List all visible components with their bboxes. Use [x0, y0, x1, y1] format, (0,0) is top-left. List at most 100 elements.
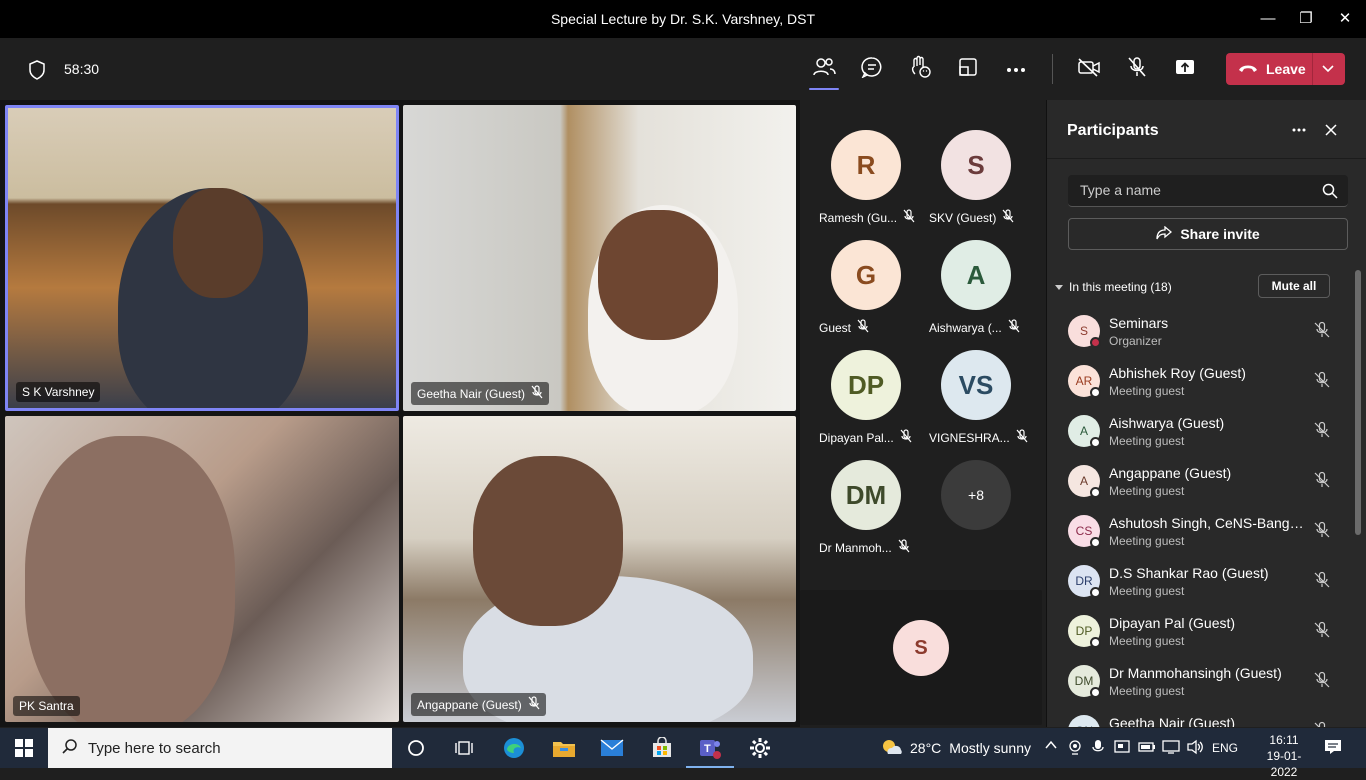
more-actions-button[interactable] [1003, 56, 1029, 82]
mic-button[interactable] [1124, 56, 1150, 82]
microphone-icon[interactable] [1092, 739, 1104, 758]
participant-row[interactable]: DR D.S Shankar Rao (Guest) Meeting guest [1047, 555, 1352, 605]
gallery-avatar-name: VIGNESHRA... [929, 429, 1028, 446]
mic-off-icon [531, 385, 543, 402]
in-meeting-section-toggle[interactable]: In this meeting (18) [1055, 280, 1172, 294]
mic-off-icon [900, 429, 912, 446]
meet-now-icon[interactable] [1114, 739, 1130, 758]
search-input[interactable] [1080, 182, 1310, 198]
reactions-button[interactable] [907, 55, 933, 82]
search-icon[interactable] [1322, 183, 1338, 204]
edge-browser-icon[interactable] [502, 736, 526, 760]
gallery-avatar[interactable]: VS [941, 350, 1011, 420]
more-options-icon[interactable] [1291, 122, 1307, 143]
presence-status-dot [1090, 487, 1101, 498]
video-tile[interactable]: Geetha Nair (Guest) [403, 105, 796, 411]
close-icon[interactable] [1323, 122, 1339, 143]
rooms-button[interactable] [955, 56, 981, 82]
participant-search[interactable] [1068, 175, 1348, 207]
shield-icon[interactable] [28, 60, 46, 85]
notifications-icon[interactable] [1324, 739, 1342, 758]
battery-icon[interactable] [1138, 740, 1156, 757]
participant-row[interactable]: AR Abhishek Roy (Guest) Meeting guest [1047, 355, 1352, 405]
gallery-avatar[interactable]: S [941, 130, 1011, 200]
mic-off-icon[interactable] [1313, 471, 1331, 494]
avatar-initials: CS [1075, 524, 1093, 538]
maximize-button[interactable]: ❐ [1295, 9, 1317, 29]
share-content-button[interactable] [1172, 56, 1198, 82]
gallery-avatar[interactable]: DM [831, 460, 901, 530]
mic-off-icon[interactable] [1313, 621, 1331, 644]
more-icon [1006, 60, 1026, 78]
gallery-avatar[interactable]: R [831, 130, 901, 200]
self-preview[interactable]: S [800, 590, 1042, 725]
scrollbar[interactable] [1355, 270, 1361, 535]
video-tile[interactable]: Angappane (Guest) [403, 416, 796, 722]
mic-off-icon[interactable] [1313, 671, 1331, 694]
input-language[interactable]: ENG [1212, 741, 1238, 755]
system-clock[interactable]: 16:11 19-01-2022 [1256, 732, 1312, 780]
mic-off-icon[interactable] [1313, 321, 1331, 344]
participants-button[interactable] [809, 56, 839, 90]
video-tile[interactable]: PK Santra [5, 416, 399, 722]
mic-off-icon[interactable] [1313, 571, 1331, 594]
presence-status-dot [1090, 537, 1101, 548]
mic-off-icon[interactable] [1313, 721, 1331, 727]
gallery-avatar[interactable]: +8 [941, 460, 1011, 530]
task-view-icon[interactable] [452, 736, 476, 760]
presence-status-dot [1090, 587, 1101, 598]
teams-icon[interactable]: T [686, 736, 734, 768]
minimize-button[interactable]: — [1257, 9, 1279, 29]
video-tile-name: S K Varshney [16, 382, 101, 402]
store-icon[interactable] [650, 736, 674, 760]
mute-all-button[interactable]: Mute all [1258, 274, 1330, 298]
chevron-down-icon[interactable] [1321, 61, 1335, 82]
video-tile-name: Geetha Nair (Guest) [411, 382, 550, 405]
volume-icon[interactable] [1186, 739, 1204, 758]
avatar-initials: DR [1075, 574, 1093, 588]
settings-gear-icon[interactable] [748, 736, 772, 760]
participant-name: D.S Shankar Rao (Guest) [1109, 565, 1269, 581]
gallery-avatar[interactable]: G [831, 240, 901, 310]
mic-off-icon[interactable] [1313, 421, 1331, 444]
clock-time: 16:11 [1269, 733, 1299, 747]
windows-start-icon[interactable] [12, 736, 36, 760]
participant-row[interactable]: DM Dr Manmohansingh (Guest) Meeting guest [1047, 655, 1352, 705]
video-feed-face [473, 456, 623, 626]
participant-role: Organizer [1109, 334, 1162, 348]
participant-name: Ashutosh Singh, CeNS-Bangal... [1109, 515, 1305, 531]
leave-button[interactable]: Leave [1226, 53, 1345, 85]
leave-divider [1312, 53, 1313, 85]
chevron-up-icon[interactable] [1044, 738, 1058, 755]
participant-row[interactable]: A Aishwarya (Guest) Meeting guest [1047, 405, 1352, 455]
avatar-gallery: R Ramesh (Gu... S SKV (Guest) G Guest A Aishwar… [800, 100, 1046, 727]
gallery-avatar[interactable]: A [941, 240, 1011, 310]
taskbar-search[interactable] [48, 728, 392, 768]
avatar-initials: A [1079, 474, 1088, 488]
mic-off-icon[interactable] [1313, 521, 1331, 544]
close-window-button[interactable]: ✕ [1334, 9, 1356, 29]
file-explorer-icon[interactable] [552, 736, 576, 760]
participant-name: PK Santra [19, 699, 74, 713]
cortana-icon[interactable] [404, 736, 428, 760]
participant-row[interactable]: CS Ashutosh Singh, CeNS-Bangal... Meeting … [1047, 505, 1352, 555]
gallery-avatar-name: Dipayan Pal... [819, 429, 912, 446]
search-input[interactable] [88, 739, 368, 757]
weather-condition: Mostly sunny [949, 740, 1031, 756]
mic-off-icon[interactable] [1313, 371, 1331, 394]
video-tile[interactable]: S K Varshney [5, 105, 399, 411]
participant-row[interactable]: S Seminars Organizer [1047, 305, 1352, 355]
gallery-avatar[interactable]: DP [831, 350, 901, 420]
chat-button[interactable] [859, 56, 885, 82]
self-avatar: S [893, 620, 949, 676]
mail-icon[interactable] [600, 736, 624, 760]
participant-row[interactable]: DP Dipayan Pal (Guest) Meeting guest [1047, 605, 1352, 655]
weather-widget[interactable]: 28°C Mostly sunny [880, 728, 1031, 768]
chat-icon [861, 56, 883, 83]
share-invite-button[interactable]: Share invite [1068, 218, 1348, 250]
participant-row[interactable]: GNGeetha Nair (Guest)Meeting guest [1047, 705, 1352, 727]
webcam-icon[interactable] [1068, 739, 1082, 758]
participant-row[interactable]: A Angappane (Guest) Meeting guest [1047, 455, 1352, 505]
camera-button[interactable] [1076, 56, 1102, 82]
network-icon[interactable] [1162, 739, 1180, 758]
